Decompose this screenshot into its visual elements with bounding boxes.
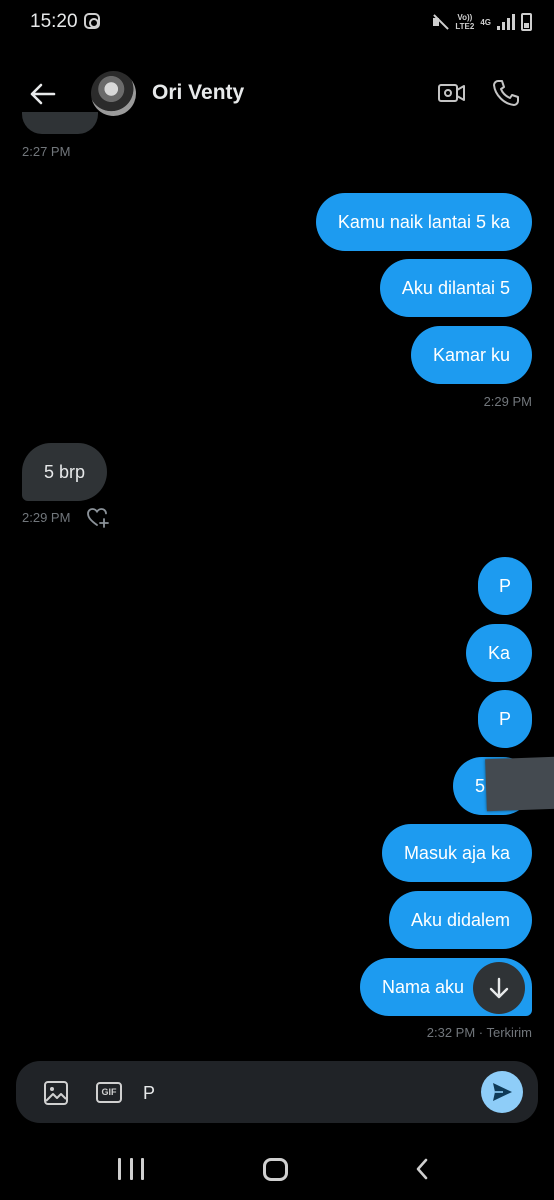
message-timestamp: 2:29 PM <box>22 510 71 525</box>
recent-apps-button[interactable] <box>118 1158 144 1180</box>
message-timestamp: 2:32 PM · Terkirim <box>426 1025 532 1040</box>
phone-call-button[interactable] <box>490 77 522 109</box>
network-4g-indicator: 4G <box>480 17 491 27</box>
mute-icon <box>431 13 449 31</box>
outgoing-message[interactable]: Masuk aja ka <box>381 824 532 882</box>
arrow-down-icon <box>489 977 509 999</box>
instagram-notification-icon <box>84 13 100 29</box>
outgoing-message[interactable]: P <box>478 557 532 615</box>
back-arrow-icon <box>30 83 56 105</box>
like-button[interactable] <box>86 506 110 528</box>
outgoing-message[interactable]: Aku didalem <box>388 891 532 949</box>
avatar[interactable] <box>91 71 136 116</box>
battery-icon <box>521 13 532 31</box>
image-icon <box>44 1081 68 1105</box>
phone-call-icon <box>493 80 519 106</box>
home-button[interactable] <box>263 1158 288 1181</box>
outgoing-message[interactable]: Kamu naik lantai 5 ka <box>315 193 532 251</box>
status-bar: 15:20 Vo)) LTE2 4G <box>0 0 554 44</box>
system-navigation-bar <box>0 1140 554 1200</box>
signal-icon <box>497 14 515 30</box>
status-time: 15:20 <box>30 11 78 32</box>
redaction-overlay <box>485 756 554 812</box>
scroll-to-bottom-button[interactable] <box>473 962 525 1014</box>
chevron-left-icon <box>416 1158 428 1180</box>
incoming-message[interactable]: 5 brp <box>22 443 108 501</box>
outgoing-message[interactable]: Aku dilantai 5 <box>379 259 532 317</box>
send-button[interactable] <box>481 1071 523 1113</box>
status-indicators: Vo)) LTE2 4G <box>431 10 532 34</box>
send-icon <box>493 1083 512 1101</box>
previous-message-bubble[interactable] <box>22 112 98 134</box>
message-timestamp: 2:27 PM <box>22 144 71 159</box>
outgoing-message[interactable]: Kamar ku <box>410 326 532 384</box>
message-composer: GIF <box>16 1061 538 1123</box>
back-button[interactable] <box>24 76 60 112</box>
video-call-button[interactable] <box>436 77 468 109</box>
outgoing-message[interactable]: P <box>478 690 532 748</box>
message-input[interactable] <box>143 1079 473 1107</box>
volte-lte-indicator: Vo)) LTE2 <box>455 13 475 31</box>
heart-plus-icon <box>87 508 109 528</box>
contact-name[interactable]: Ori Venty <box>152 81 244 105</box>
outgoing-message[interactable]: Ka <box>466 624 532 682</box>
video-call-icon <box>438 84 465 102</box>
system-back-button[interactable] <box>410 1156 436 1182</box>
gif-button[interactable]: GIF <box>96 1082 122 1103</box>
attach-image-button[interactable] <box>42 1079 70 1107</box>
message-timestamp: 2:29 PM <box>483 394 532 409</box>
